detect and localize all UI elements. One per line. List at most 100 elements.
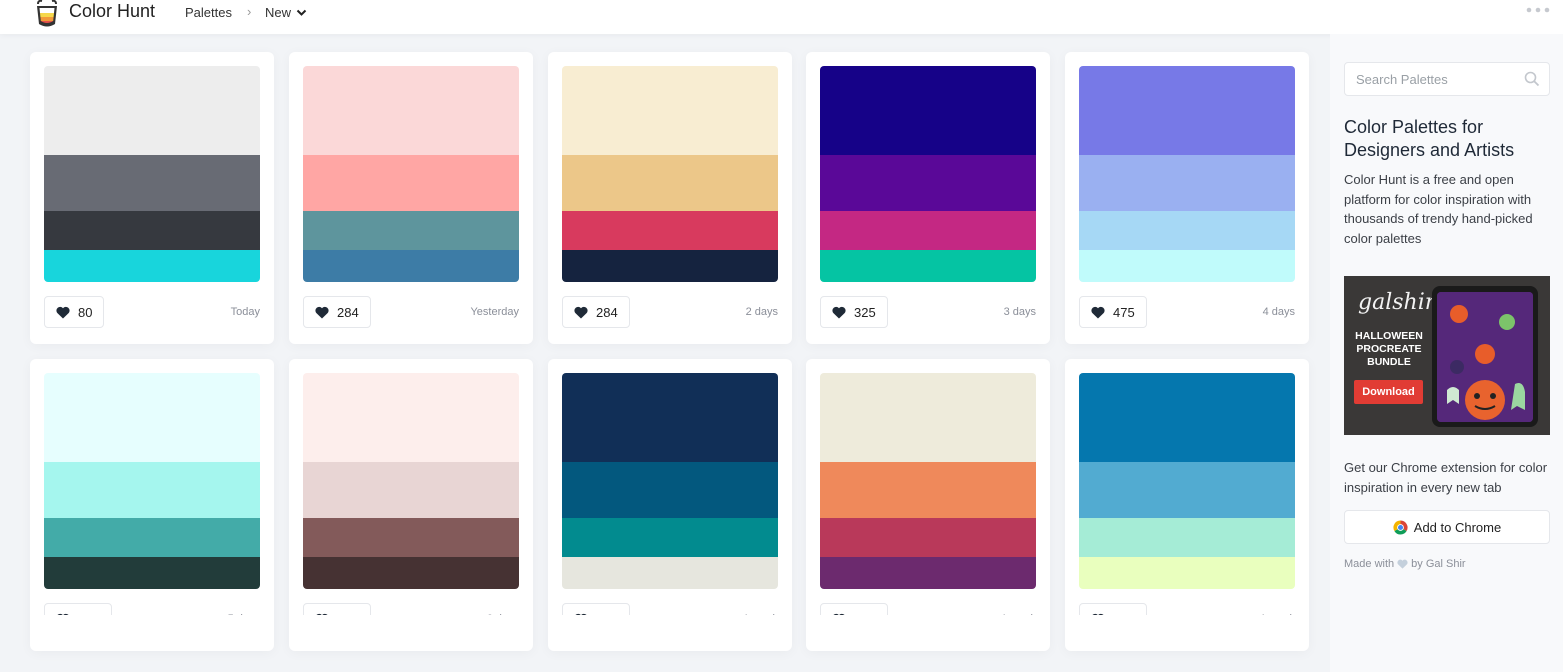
color-swatch[interactable] bbox=[1079, 250, 1295, 282]
palette-card[interactable]: 80 Today bbox=[30, 52, 274, 344]
palette-card[interactable]: 4585 days bbox=[30, 359, 274, 651]
color-swatch[interactable] bbox=[820, 557, 1036, 589]
ad-download-button[interactable]: Download bbox=[1354, 380, 1423, 404]
breadcrumb-separator: › bbox=[247, 4, 252, 19]
palette-date: 4 days bbox=[1262, 306, 1295, 318]
nav-new-dropdown[interactable]: New bbox=[265, 5, 307, 20]
color-swatch[interactable] bbox=[44, 211, 260, 250]
color-swatch[interactable] bbox=[562, 155, 778, 211]
color-swatch[interactable] bbox=[820, 155, 1036, 211]
like-count: 284 bbox=[337, 304, 359, 320]
color-swatch[interactable] bbox=[1079, 211, 1295, 250]
palette-swatches[interactable] bbox=[303, 66, 519, 282]
ad-title: HALLOWEEN PROCREATE BUNDLE bbox=[1355, 330, 1423, 368]
color-swatch[interactable] bbox=[1079, 518, 1295, 557]
color-swatch[interactable] bbox=[44, 462, 260, 518]
like-button[interactable]: 284 bbox=[303, 296, 371, 328]
like-button[interactable]: 475 bbox=[1079, 296, 1147, 328]
palette-card[interactable]: 5236 days bbox=[289, 359, 533, 651]
palette-swatches[interactable] bbox=[303, 373, 519, 589]
color-swatch[interactable] bbox=[562, 250, 778, 282]
color-swatch[interactable] bbox=[562, 373, 778, 462]
ad-brand-logo: galshir bbox=[1358, 290, 1436, 315]
color-swatch[interactable] bbox=[44, 250, 260, 282]
color-swatch[interactable] bbox=[820, 250, 1036, 282]
more-dots-icon[interactable] bbox=[1526, 6, 1550, 14]
color-swatch[interactable] bbox=[820, 518, 1036, 557]
top-bar: Color Hunt Palettes › New bbox=[0, 0, 1563, 34]
color-swatch[interactable] bbox=[1079, 66, 1295, 155]
palette-card[interactable]: 475 4 days bbox=[1065, 52, 1309, 344]
like-button[interactable]: 325 bbox=[820, 296, 888, 328]
heart-icon bbox=[315, 306, 329, 318]
ad-banner[interactable]: galshir HALLOWEEN PROCREATE BUNDLE Downl… bbox=[1344, 276, 1550, 435]
color-swatch[interactable] bbox=[562, 66, 778, 155]
color-swatch[interactable] bbox=[44, 518, 260, 557]
like-count: 284 bbox=[596, 304, 618, 320]
palette-swatches[interactable] bbox=[1079, 66, 1295, 282]
color-swatch[interactable] bbox=[44, 373, 260, 462]
color-swatch[interactable] bbox=[303, 66, 519, 155]
chevron-down-icon bbox=[296, 9, 307, 16]
like-count: 80 bbox=[78, 304, 93, 320]
palette-card[interactable]: 284 2 days bbox=[548, 52, 792, 344]
color-swatch[interactable] bbox=[303, 155, 519, 211]
color-swatch[interactable] bbox=[303, 250, 519, 282]
palette-swatches[interactable] bbox=[1079, 373, 1295, 589]
color-swatch[interactable] bbox=[44, 66, 260, 155]
palette-swatches[interactable] bbox=[44, 66, 260, 282]
chrome-icon bbox=[1393, 519, 1408, 535]
palette-swatches[interactable] bbox=[44, 373, 260, 589]
sidebar-description: Color Hunt is a free and open platform f… bbox=[1344, 172, 1533, 246]
palette-swatches[interactable] bbox=[820, 373, 1036, 589]
palette-card[interactable]: 6541 week bbox=[1065, 359, 1309, 651]
color-swatch[interactable] bbox=[303, 518, 519, 557]
made-with-label: Made with bbox=[1344, 558, 1395, 570]
like-button[interactable]: 80 bbox=[44, 296, 105, 328]
made-with-credit[interactable]: Made with by Gal Shir bbox=[1344, 558, 1466, 570]
color-swatch[interactable] bbox=[1079, 373, 1295, 462]
color-swatch[interactable] bbox=[562, 557, 778, 589]
color-swatch[interactable] bbox=[820, 66, 1036, 155]
search-icon[interactable] bbox=[1524, 71, 1540, 87]
nav-palettes[interactable]: Palettes bbox=[185, 5, 232, 20]
color-swatch[interactable] bbox=[1079, 155, 1295, 211]
color-swatch[interactable] bbox=[562, 211, 778, 250]
extension-text: Get our Chrome extension for color inspi… bbox=[1344, 460, 1548, 495]
palette-card[interactable]: 325 3 days bbox=[806, 52, 1050, 344]
palette-card-partial[interactable] bbox=[1065, 615, 1309, 635]
brand-name[interactable]: Color Hunt bbox=[69, 1, 155, 22]
palette-card[interactable]: 5521 week bbox=[548, 359, 792, 651]
color-swatch[interactable] bbox=[562, 518, 778, 557]
like-button[interactable]: 284 bbox=[562, 296, 630, 328]
color-swatch[interactable] bbox=[303, 557, 519, 589]
heart-icon bbox=[1091, 306, 1105, 318]
color-swatch[interactable] bbox=[820, 373, 1036, 462]
palette-card-partial[interactable] bbox=[289, 615, 533, 635]
color-swatch[interactable] bbox=[820, 462, 1036, 518]
color-swatch[interactable] bbox=[303, 211, 519, 250]
color-swatch[interactable] bbox=[303, 462, 519, 518]
color-swatch[interactable] bbox=[44, 155, 260, 211]
sidebar-title: Color Palettes for Designers and Artists bbox=[1344, 117, 1515, 160]
palette-swatches[interactable] bbox=[562, 373, 778, 589]
add-to-chrome-button[interactable]: Add to Chrome bbox=[1344, 510, 1550, 544]
heart-icon bbox=[574, 306, 588, 318]
color-swatch[interactable] bbox=[562, 462, 778, 518]
palette-card[interactable]: 284 Yesterday bbox=[289, 52, 533, 344]
color-swatch[interactable] bbox=[820, 211, 1036, 250]
search-input[interactable] bbox=[1344, 62, 1550, 96]
color-swatch[interactable] bbox=[44, 557, 260, 589]
palette-card-partial[interactable] bbox=[806, 615, 1050, 635]
color-swatch[interactable] bbox=[1079, 462, 1295, 518]
palette-card[interactable]: 5491 week bbox=[806, 359, 1050, 651]
like-count: 325 bbox=[854, 304, 876, 320]
palette-card-partial[interactable] bbox=[548, 615, 792, 635]
palette-swatches[interactable] bbox=[820, 66, 1036, 282]
palette-card-partial[interactable] bbox=[30, 615, 274, 635]
color-swatch[interactable] bbox=[1079, 557, 1295, 589]
color-swatch[interactable] bbox=[303, 373, 519, 462]
palette-swatches[interactable] bbox=[562, 66, 778, 282]
heart-icon bbox=[1397, 559, 1408, 569]
color-hunt-logo-icon[interactable] bbox=[33, 0, 61, 30]
